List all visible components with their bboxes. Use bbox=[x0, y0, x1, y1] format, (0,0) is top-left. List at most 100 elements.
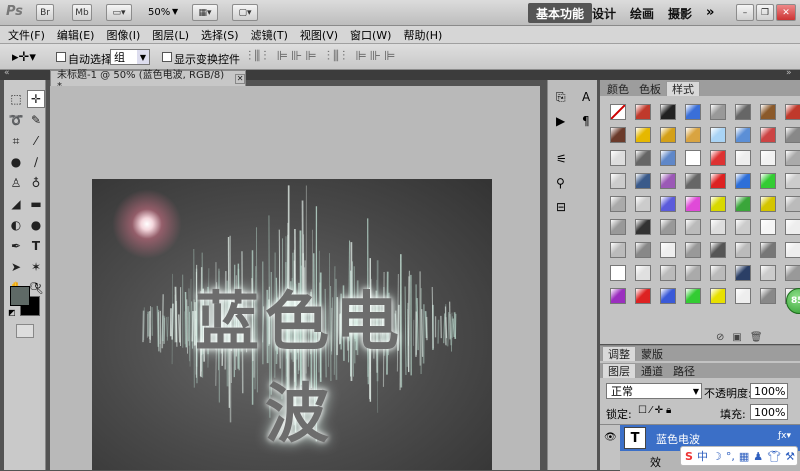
style-preset[interactable] bbox=[785, 127, 800, 143]
menu-help[interactable]: 帮助(H) bbox=[403, 27, 442, 43]
style-preset[interactable] bbox=[685, 173, 701, 189]
style-preset[interactable] bbox=[735, 173, 751, 189]
style-preset[interactable] bbox=[635, 219, 651, 235]
style-preset[interactable] bbox=[660, 150, 676, 166]
auto-select-checkbox[interactable] bbox=[56, 52, 66, 62]
style-preset[interactable] bbox=[610, 265, 626, 281]
mini-bridge-button[interactable]: Mb bbox=[72, 4, 92, 21]
style-preset[interactable] bbox=[635, 288, 651, 304]
close-document-icon[interactable]: ✕ bbox=[235, 74, 245, 84]
tab-layers[interactable]: 图层 bbox=[602, 363, 636, 378]
style-preset[interactable] bbox=[635, 150, 651, 166]
clone-source-icon[interactable]: ⚲ bbox=[556, 176, 565, 190]
style-preset[interactable] bbox=[635, 104, 651, 120]
style-preset[interactable] bbox=[760, 242, 776, 258]
tool-presets-icon[interactable]: ⊟ bbox=[556, 200, 566, 214]
menu-window[interactable]: 窗口(W) bbox=[350, 27, 391, 43]
collapse-left-icon[interactable]: « bbox=[4, 68, 10, 78]
style-preset[interactable] bbox=[710, 288, 726, 304]
style-preset[interactable] bbox=[610, 196, 626, 212]
tab-paths[interactable]: 路径 bbox=[668, 363, 700, 378]
move-tool-icon[interactable]: ✛ bbox=[27, 90, 45, 108]
style-preset[interactable] bbox=[710, 219, 726, 235]
style-preset[interactable] bbox=[760, 219, 776, 235]
style-preset[interactable] bbox=[660, 127, 676, 143]
style-preset[interactable] bbox=[660, 265, 676, 281]
style-preset[interactable] bbox=[660, 173, 676, 189]
foreground-color-swatch[interactable] bbox=[10, 286, 30, 306]
style-preset[interactable] bbox=[710, 265, 726, 281]
workspace-essentials[interactable]: 基本功能 bbox=[528, 3, 592, 23]
view-extras-button[interactable]: ▭▾ bbox=[106, 4, 132, 21]
style-preset[interactable] bbox=[760, 150, 776, 166]
tab-swatches[interactable]: 色板 bbox=[634, 81, 666, 96]
style-preset[interactable] bbox=[610, 219, 626, 235]
style-preset[interactable] bbox=[735, 288, 751, 304]
style-preset[interactable] bbox=[685, 219, 701, 235]
eraser-tool-icon[interactable]: ◢ bbox=[7, 195, 25, 213]
document-tab[interactable]: 未标题-1 @ 50% (蓝色电波, RGB/8) * ✕ bbox=[50, 70, 246, 86]
zoom-level[interactable]: 50% bbox=[148, 7, 170, 18]
history-icon[interactable]: ⎘ bbox=[556, 90, 566, 105]
shape-tool-icon[interactable]: ✶ bbox=[27, 258, 45, 276]
screen-mode-button[interactable]: ▢▾ bbox=[232, 4, 258, 21]
blend-mode-select[interactable]: 正常 ▼ bbox=[606, 383, 702, 399]
style-preset[interactable] bbox=[660, 242, 676, 258]
default-colors-icon[interactable]: ◩ bbox=[8, 308, 16, 317]
style-preset[interactable] bbox=[660, 196, 676, 212]
close-button[interactable]: ✕ bbox=[776, 4, 796, 21]
style-preset[interactable] bbox=[635, 127, 651, 143]
bridge-button[interactable]: Br bbox=[36, 4, 54, 21]
style-preset[interactable] bbox=[760, 173, 776, 189]
style-preset[interactable] bbox=[735, 265, 751, 281]
zoom-dropdown-icon[interactable]: ▼ bbox=[172, 7, 178, 16]
character-icon[interactable]: A bbox=[582, 90, 590, 104]
style-preset[interactable] bbox=[735, 127, 751, 143]
brush-panel-icon[interactable]: ⚟ bbox=[556, 152, 567, 166]
style-preset[interactable] bbox=[685, 265, 701, 281]
auto-select-dropdown[interactable]: 组 ▼ bbox=[110, 49, 150, 65]
style-preset[interactable] bbox=[710, 104, 726, 120]
fill-input[interactable]: 100% bbox=[750, 404, 788, 420]
menu-filter[interactable]: 滤镜(T) bbox=[251, 27, 288, 43]
menu-file[interactable]: 文件(F) bbox=[8, 27, 45, 43]
menu-layer[interactable]: 图层(L) bbox=[152, 27, 189, 43]
style-preset[interactable] bbox=[685, 288, 701, 304]
style-preset[interactable] bbox=[760, 196, 776, 212]
style-preset[interactable] bbox=[785, 219, 800, 235]
pen-tool-icon[interactable]: ✒ bbox=[7, 237, 25, 255]
style-preset[interactable] bbox=[735, 219, 751, 235]
show-transform-checkbox[interactable] bbox=[162, 52, 172, 62]
quick-select-tool-icon[interactable]: ✎ bbox=[27, 111, 45, 129]
style-preset[interactable] bbox=[610, 150, 626, 166]
arrange-documents-button[interactable]: ▦▾ bbox=[192, 4, 218, 21]
lock-icons[interactable]: ☐⁄✛🔒︎ bbox=[638, 405, 674, 416]
marquee-tool-icon[interactable]: ⬚ bbox=[7, 90, 25, 108]
style-preset[interactable] bbox=[710, 127, 726, 143]
tab-adjustments[interactable]: 调整 bbox=[602, 346, 636, 361]
restore-button[interactable]: ❐ bbox=[756, 4, 774, 21]
ime-toolbar[interactable]: S 中☽°,▦♟👕︎⚒ bbox=[680, 446, 798, 466]
align-buttons[interactable]: ⫶⫼⫶ ⊫⊪⊫ ⫶⫼⫶ ⊫⊪⊫ bbox=[248, 49, 398, 64]
style-preset[interactable] bbox=[660, 104, 676, 120]
stamp-tool-icon[interactable]: ♙ bbox=[7, 174, 25, 192]
style-preset[interactable] bbox=[785, 196, 800, 212]
style-panel-buttons[interactable]: ⊘▣🗑︎ bbox=[716, 332, 771, 343]
style-preset[interactable] bbox=[610, 242, 626, 258]
history-brush-tool-icon[interactable]: ♁ bbox=[27, 174, 45, 192]
style-preset[interactable] bbox=[785, 173, 800, 189]
style-preset[interactable] bbox=[785, 242, 800, 258]
healing-tool-icon[interactable]: ● bbox=[7, 153, 25, 171]
style-preset[interactable] bbox=[710, 242, 726, 258]
style-preset[interactable] bbox=[685, 104, 701, 120]
style-preset[interactable] bbox=[685, 242, 701, 258]
brush-tool-icon[interactable]: ∕ bbox=[27, 153, 45, 171]
eyedropper-tool-icon[interactable]: ⁄ bbox=[27, 132, 45, 150]
swap-colors-icon[interactable]: ↻ bbox=[34, 282, 42, 292]
style-preset[interactable] bbox=[635, 173, 651, 189]
type-tool-icon[interactable]: T bbox=[27, 237, 45, 255]
canvas[interactable]: 蓝色电波 bbox=[92, 179, 492, 470]
style-preset[interactable] bbox=[760, 104, 776, 120]
style-preset[interactable] bbox=[685, 127, 701, 143]
lasso-tool-icon[interactable]: ➰ bbox=[7, 111, 25, 129]
